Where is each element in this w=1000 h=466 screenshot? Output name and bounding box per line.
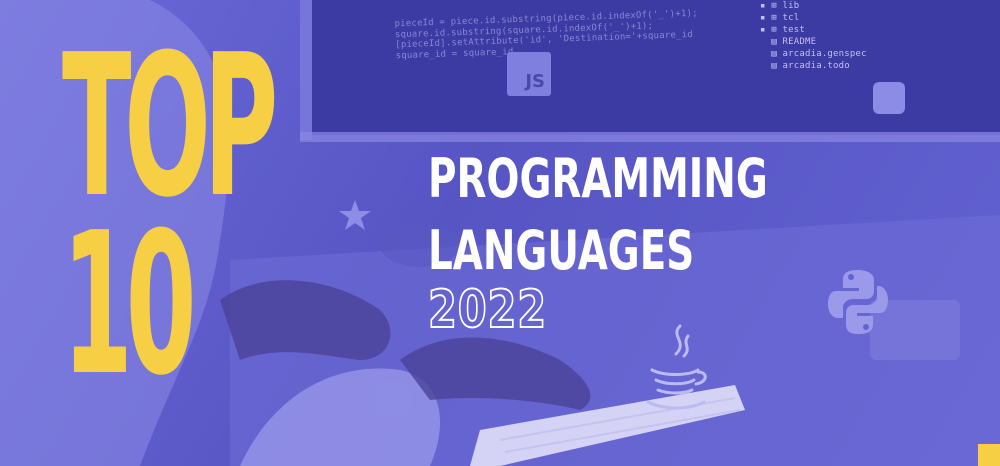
title: PROGRAMMING LANGUAGES [428, 143, 768, 287]
star-icon [339, 200, 371, 230]
monitor-bottom-bezel [300, 132, 1000, 142]
decorative-corner-square [978, 444, 1000, 466]
banner: pieceId = piece.id.substring(piece.id.in… [0, 0, 1000, 466]
headline-ten: 10 [62, 191, 197, 419]
file-tree-item: ▤ README [760, 37, 817, 47]
decorative-square [873, 82, 905, 114]
title-line-1: PROGRAMMING [428, 147, 768, 210]
file-tree-item: ▪ ⊞ lib [760, 1, 800, 11]
file-tree-item: ▤ arcadia.genspec [760, 49, 867, 59]
file-tree-item: ▪ ⊞ tcl [760, 13, 800, 23]
java-icon [646, 324, 707, 410]
file-tree-item: ▪ ⊞ test [760, 25, 805, 35]
decorative-circle [374, 380, 412, 418]
file-tree: ▪ ⊞ lib ▪ ⊞ tcl ▪ ⊞ test ▤ README ▤ arca… [760, 0, 867, 72]
year-label: 2022 [427, 280, 547, 340]
headline-top10: TOP 10 [62, 29, 278, 403]
title-line-2: LANGUAGES [428, 219, 695, 282]
file-tree-item: ▤ arcadia.todo [760, 61, 850, 71]
python-icon [828, 270, 888, 334]
monitor-frame [300, 0, 312, 140]
js-icon: JS [507, 52, 551, 96]
